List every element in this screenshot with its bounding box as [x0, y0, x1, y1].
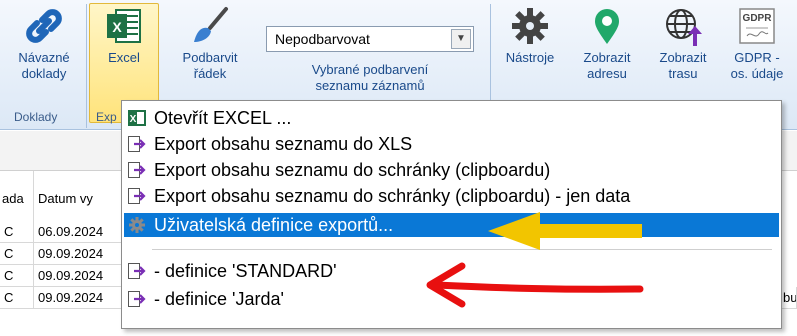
- red-arrow-icon: [426, 262, 644, 308]
- yellow-arrow-icon: [488, 212, 642, 250]
- annotation-overlay: [426, 212, 644, 308]
